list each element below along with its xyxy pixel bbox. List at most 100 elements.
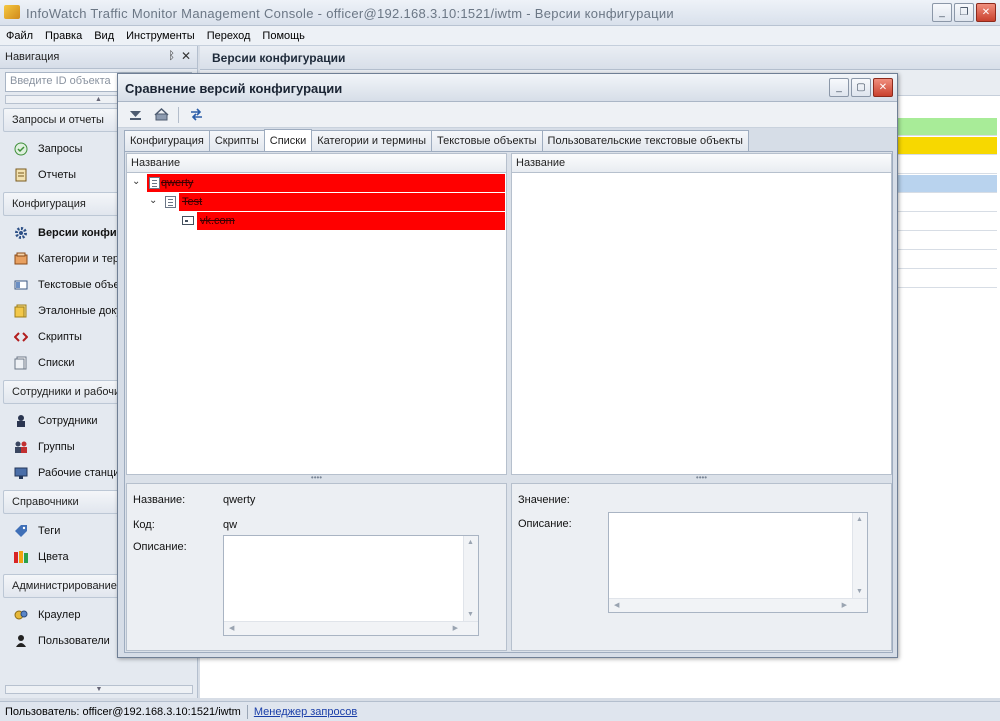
menu-help[interactable]: Помощь xyxy=(262,30,305,42)
dialog-minimize-button[interactable]: _ xyxy=(829,78,849,97)
table-row[interactable] xyxy=(893,175,997,193)
right-column-header[interactable]: Название xyxy=(511,153,892,173)
list-node-icon xyxy=(165,196,176,208)
right-details-panel: Значение: Описание: ▲ ▼ ◀ ▶ xyxy=(511,483,892,651)
pin-icon[interactable]: ᛒ xyxy=(168,50,175,62)
swap-arrows-icon xyxy=(190,108,202,121)
table-row[interactable] xyxy=(893,270,997,288)
expand-all-button[interactable] xyxy=(124,105,146,125)
collapse-all-button[interactable] xyxy=(150,105,172,125)
text-object-icon xyxy=(14,278,28,292)
horizontal-scrollbar[interactable]: ◀ ▶ xyxy=(609,598,867,612)
description-label: Описание: xyxy=(133,541,187,553)
dialog-tabs: Конфигурация Скрипты Списки Категории и … xyxy=(124,129,749,151)
menu-view[interactable]: Вид xyxy=(94,30,114,42)
description-field[interactable]: ▲ ▼ ◀ ▶ xyxy=(608,512,868,613)
nav-item-label: Цвета xyxy=(38,551,69,563)
tree-node-list[interactable]: qwerty xyxy=(147,174,505,192)
code-label: Код: xyxy=(133,519,155,531)
tab-configuration[interactable]: Конфигурация xyxy=(124,130,210,151)
list-node-icon xyxy=(149,177,160,189)
nav-item-label: Группы xyxy=(38,441,75,453)
nav-item-label: Краулер xyxy=(38,609,81,621)
menu-bar: Файл Правка Вид Инструменты Переход Помо… xyxy=(0,26,1000,46)
nav-item-label: Запросы xyxy=(38,143,83,155)
right-version-pane: Название •••• Значение: Описание: ▲ ▼ ◀ ▶ xyxy=(511,153,892,651)
tree-node-entry[interactable]: vk.com xyxy=(197,212,505,230)
chevron-down-icon[interactable]: ⌄ xyxy=(149,195,157,206)
tree-node-label: vk.com xyxy=(200,215,235,227)
expand-down-icon xyxy=(129,111,141,120)
group-icon xyxy=(14,440,28,454)
menu-file[interactable]: Файл xyxy=(6,30,33,42)
menu-tools[interactable]: Инструменты xyxy=(126,30,195,42)
table-row[interactable] xyxy=(893,232,997,250)
swap-versions-button[interactable] xyxy=(185,105,207,125)
entry-icon xyxy=(182,216,194,225)
script-icon xyxy=(14,330,28,344)
table-row[interactable] xyxy=(893,213,997,231)
status-separator xyxy=(246,704,248,719)
table-row[interactable] xyxy=(893,251,997,269)
chevron-down-icon[interactable]: ⌄ xyxy=(132,176,140,187)
dialog-titlebar: Сравнение версий конфигурации _ ▢ ✕ xyxy=(118,74,897,102)
tab-user-text-objects[interactable]: Пользовательские текстовые объекты xyxy=(541,130,749,151)
navigation-header: Навигация ᛒ ✕ xyxy=(0,46,197,69)
nav-item-label: Сотрудники xyxy=(38,415,98,427)
menu-go[interactable]: Переход xyxy=(207,30,251,42)
name-value: qwerty xyxy=(223,494,256,506)
list-icon xyxy=(14,356,28,370)
table-row[interactable] xyxy=(893,137,997,155)
home-up-icon xyxy=(153,107,169,121)
nav-item-label: Теги xyxy=(38,525,61,537)
horizontal-scrollbar[interactable]: ◀ ▶ xyxy=(224,621,478,635)
nav-item-label: Списки xyxy=(38,357,75,369)
compare-versions-dialog: Сравнение версий конфигурации _ ▢ ✕ Конф… xyxy=(117,73,898,658)
left-details-panel: Название: qwerty Код: qw Описание: ▲ ▼ ◀ ▶ xyxy=(126,483,507,651)
tab-scripts[interactable]: Скрипты xyxy=(208,130,265,151)
description-label: Описание: xyxy=(518,518,572,530)
minimize-button[interactable]: _ xyxy=(932,3,952,22)
nav-item-label: Отчеты xyxy=(38,169,77,181)
nav-item-label: Рабочие станции xyxy=(38,467,126,479)
gear-icon xyxy=(14,226,28,240)
tree-node-label: Test xyxy=(182,196,203,208)
right-tree xyxy=(511,173,892,475)
window-controls: _ ❐ ✕ xyxy=(932,3,996,22)
tab-lists[interactable]: Списки xyxy=(263,129,313,151)
tab-categories-terms[interactable]: Категории и термины xyxy=(311,130,432,151)
query-icon xyxy=(14,142,28,156)
value-label: Значение: xyxy=(518,494,570,506)
horizontal-splitter[interactable]: •••• xyxy=(126,474,507,482)
workstation-icon xyxy=(14,466,28,480)
menu-edit[interactable]: Правка xyxy=(45,30,82,42)
tab-content-lists: Название qwerty ⌄ Test ⌄ vk.com •••• Наз… xyxy=(124,151,893,653)
table-row[interactable] xyxy=(893,156,997,174)
dialog-maximize-button[interactable]: ▢ xyxy=(851,78,871,97)
close-icon[interactable]: ✕ xyxy=(181,49,191,63)
tag-icon xyxy=(14,524,28,538)
dialog-window-controls: _ ▢ ✕ xyxy=(829,78,893,97)
description-field[interactable]: ▲ ▼ ◀ ▶ xyxy=(223,535,479,636)
status-bar: Пользователь: officer@192.168.3.10:1521/… xyxy=(0,701,1000,721)
dialog-toolbar xyxy=(118,102,897,128)
employee-icon xyxy=(14,414,28,428)
close-button[interactable]: ✕ xyxy=(976,3,996,22)
toolbar-separator xyxy=(178,106,179,123)
tree-node-group[interactable]: Test xyxy=(179,193,505,211)
request-manager-link[interactable]: Менеджер запросов xyxy=(254,706,357,718)
table-row[interactable] xyxy=(893,194,997,212)
left-column-header[interactable]: Название xyxy=(126,153,507,173)
scroll-down-button[interactable]: ▼ xyxy=(5,685,193,694)
tab-text-objects[interactable]: Текстовые объекты xyxy=(430,130,543,151)
table-row[interactable] xyxy=(893,118,997,136)
app-logo-icon xyxy=(4,5,20,19)
status-user: Пользователь: officer@192.168.3.10:1521/… xyxy=(5,705,241,718)
horizontal-splitter[interactable]: •••• xyxy=(511,474,892,482)
restore-button[interactable]: ❐ xyxy=(954,3,974,22)
document-tab-title: Версии конфигурации xyxy=(200,46,1000,70)
left-tree: qwerty ⌄ Test ⌄ vk.com xyxy=(126,173,507,475)
dialog-close-button[interactable]: ✕ xyxy=(873,78,893,97)
name-label: Название: xyxy=(133,494,186,506)
left-version-pane: Название qwerty ⌄ Test ⌄ vk.com •••• Наз… xyxy=(126,153,507,651)
